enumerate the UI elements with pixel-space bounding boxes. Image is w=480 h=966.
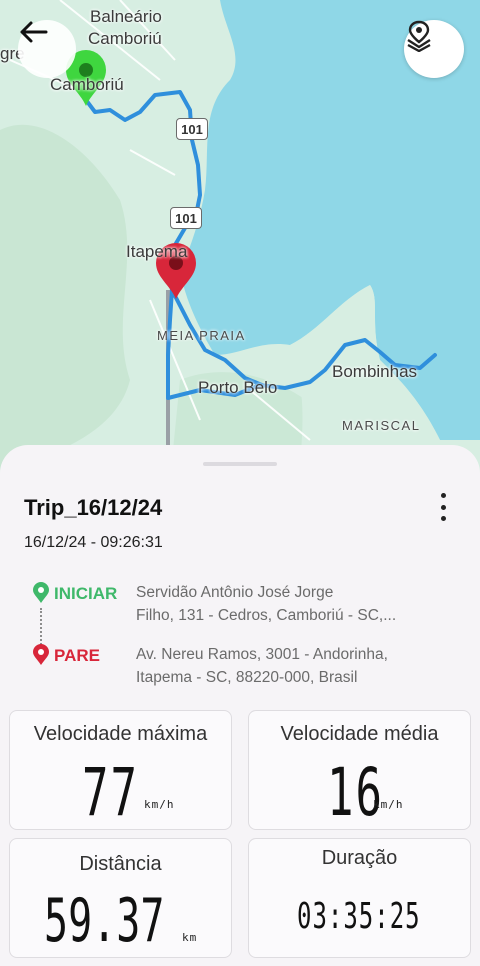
start-address-line-2: Filho, 131 - Cedros, Camboriú - SC,... bbox=[136, 607, 397, 624]
end-location-icon bbox=[33, 644, 49, 665]
duration-title: Duração bbox=[321, 847, 398, 869]
map-label-balneario: Balneário bbox=[90, 7, 162, 26]
map-label-meia-praia: MEIA PRAIA bbox=[157, 328, 246, 343]
arrow-left-icon bbox=[20, 21, 48, 43]
map-label-bombinhas: Bombinhas bbox=[332, 362, 418, 381]
distance-unit: km bbox=[182, 931, 198, 944]
map-label-camboriu: Camboriú bbox=[50, 75, 124, 94]
end-label: PARE bbox=[54, 646, 100, 665]
avg-speed-unit: km/h bbox=[373, 798, 404, 811]
max-speed-unit: km/h bbox=[144, 798, 175, 811]
end-address-line-2: Itapema - SC, 88220-000, Brasil bbox=[136, 669, 358, 686]
end-address-line-1: Av. Nereu Ramos, 3001 - Andorinha, bbox=[136, 646, 388, 663]
map-label-porto-belo: Porto Belo bbox=[198, 378, 278, 397]
start-location-icon bbox=[33, 582, 49, 603]
map-label-camboriu-city: Camboriú bbox=[88, 29, 162, 48]
start-label: INICIAR bbox=[54, 584, 118, 603]
route-connector bbox=[40, 608, 42, 648]
avg-speed-title: Velocidade média bbox=[280, 723, 439, 745]
duration-value: 03:35:25 bbox=[297, 895, 421, 937]
end-address: Av. Nereu Ramos, 3001 - Andorinha, Itape… bbox=[136, 643, 436, 689]
map-label-itapema: Itapema bbox=[126, 242, 188, 261]
route-summary: INICIAR Servidão Antônio José Jorge Filh… bbox=[30, 578, 450, 688]
layers-pin-icon bbox=[407, 20, 431, 52]
avg-speed-value: 16 bbox=[327, 755, 384, 832]
map-layers-button[interactable] bbox=[404, 20, 464, 78]
highway-shield-101: 101 bbox=[170, 207, 202, 229]
distance-card: Distância 59.37 km bbox=[9, 838, 232, 958]
trip-datetime: 16/12/24 - 09:26:31 bbox=[24, 534, 163, 551]
distance-value: 59.37 bbox=[44, 887, 165, 956]
highway-shield-101: 101 bbox=[176, 118, 208, 140]
start-address: Servidão Antônio José Jorge Filho, 131 -… bbox=[136, 581, 436, 627]
max-speed-card: Velocidade máxima 77 km/h bbox=[9, 710, 232, 832]
start-address-line-1: Servidão Antônio José Jorge bbox=[136, 584, 334, 601]
more-options-button[interactable] bbox=[436, 493, 450, 521]
trip-details-sheet: Trip_16/12/24 16/12/24 - 09:26:31 INICIA… bbox=[0, 445, 480, 966]
distance-title: Distância bbox=[79, 853, 162, 875]
trip-title: Trip_16/12/24 bbox=[24, 495, 163, 520]
sheet-drag-handle[interactable] bbox=[203, 462, 277, 466]
map-canvas bbox=[0, 0, 480, 480]
max-speed-value: 77 bbox=[82, 755, 139, 832]
more-vert-icon bbox=[440, 493, 446, 498]
map-label-mariscal: MARISCAL bbox=[342, 418, 421, 433]
back-button[interactable] bbox=[18, 20, 76, 78]
avg-speed-card: Velocidade média 16 km/h bbox=[248, 710, 471, 832]
max-speed-title: Velocidade máxima bbox=[33, 723, 208, 745]
duration-card: Duração 03:35:25 bbox=[248, 838, 471, 958]
trip-map[interactable]: Balneário Camboriú gre Camboriú Itapema … bbox=[0, 0, 480, 480]
